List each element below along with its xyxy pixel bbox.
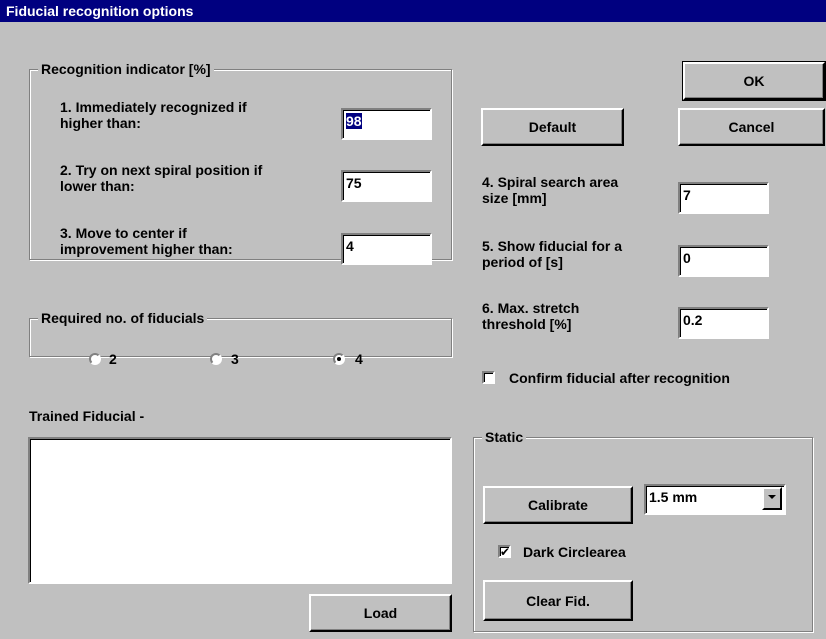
size-select[interactable]: 1.5 mm bbox=[644, 484, 786, 515]
radio-4-selected-dot bbox=[337, 357, 341, 361]
load-button[interactable]: Load bbox=[309, 594, 452, 632]
trained-fiducial-preview bbox=[28, 437, 452, 584]
radio-4-label: 4 bbox=[355, 351, 363, 367]
radio-3-label: 3 bbox=[231, 351, 239, 367]
calibrate-button[interactable]: Calibrate bbox=[483, 486, 633, 524]
recognition-indicator-title: Recognition indicator [%] bbox=[38, 61, 214, 77]
static-title: Static bbox=[482, 429, 527, 445]
size-select-value: 1.5 mm bbox=[649, 489, 698, 505]
immediately-recognized-input[interactable]: 98 bbox=[341, 108, 432, 140]
item1-label-line2: higher than: bbox=[60, 115, 141, 131]
next-spiral-input[interactable]: 75 bbox=[341, 170, 432, 202]
radio-2-label: 2 bbox=[109, 351, 117, 367]
item6-label-line2: threshold [%] bbox=[482, 316, 572, 332]
dark-circlearea-checkbox[interactable]: ✔ bbox=[498, 545, 511, 558]
required-fiducials-title: Required no. of fiducials bbox=[38, 310, 208, 326]
cancel-button[interactable]: Cancel bbox=[678, 108, 825, 146]
item5-label-line2: period of [s] bbox=[482, 254, 563, 270]
confirm-fiducial-checkbox[interactable] bbox=[482, 371, 495, 384]
radio-2[interactable] bbox=[89, 353, 101, 365]
item4-label-line2: size [mm] bbox=[482, 190, 547, 206]
chevron-down-icon bbox=[768, 495, 776, 499]
item5-label-line1: 5. Show fiducial for a bbox=[482, 238, 623, 254]
required-fiducials-group: Required no. of fiducials bbox=[29, 310, 452, 357]
spiral-search-input[interactable]: 7 bbox=[678, 182, 769, 214]
default-button[interactable]: Default bbox=[481, 108, 624, 146]
item4-label-line1: 4. Spiral search area bbox=[482, 174, 619, 190]
confirm-fiducial-label: Confirm fiducial after recognition bbox=[509, 370, 730, 386]
item2-label-line1: 2. Try on next spiral position if bbox=[60, 162, 263, 178]
item6-label-line1: 6. Max. stretch bbox=[482, 300, 580, 316]
trained-fiducial-label: Trained Fiducial - bbox=[29, 408, 145, 424]
show-fiducial-input[interactable]: 0 bbox=[678, 245, 769, 277]
ok-button[interactable]: OK bbox=[682, 61, 826, 101]
item1-label-line1: 1. Immediately recognized if bbox=[60, 99, 247, 115]
radio-3[interactable] bbox=[210, 353, 222, 365]
size-dropdown-button[interactable] bbox=[762, 487, 782, 510]
immediately-recognized-value: 98 bbox=[346, 113, 362, 129]
item3-label-line1: 3. Move to center if bbox=[60, 225, 187, 241]
window-title: Fiducial recognition options bbox=[0, 0, 826, 22]
item3-label-line2: improvement higher than: bbox=[60, 241, 233, 257]
max-stretch-input[interactable]: 0.2 bbox=[678, 307, 769, 339]
item2-label-line2: lower than: bbox=[60, 178, 135, 194]
radio-4[interactable] bbox=[333, 353, 345, 365]
move-center-input[interactable]: 4 bbox=[341, 233, 432, 265]
clear-fid-button[interactable]: Clear Fid. bbox=[483, 580, 633, 621]
dark-circlearea-label: Dark Circlearea bbox=[523, 544, 626, 560]
